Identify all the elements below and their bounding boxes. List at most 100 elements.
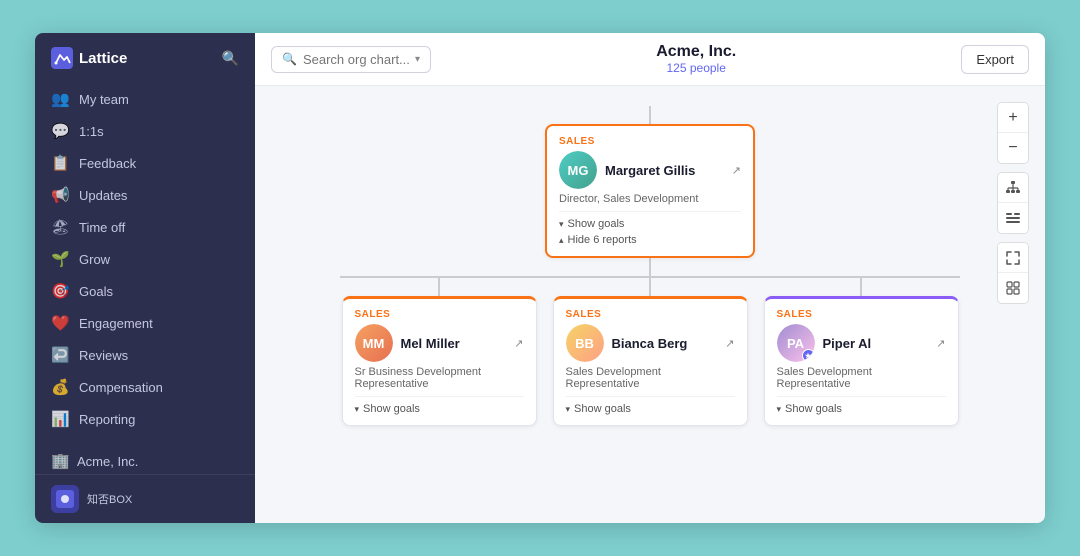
show-goals-label: Show goals	[568, 218, 625, 230]
bianca-connector	[649, 278, 651, 296]
sidebar-item-label: Reporting	[79, 412, 135, 427]
parent-card[interactable]: SALES MG Margaret Gillis ↗ Director, Sal…	[545, 124, 755, 258]
children-row: SALES MM Mel Miller ↗ Sr Business Develo…	[342, 278, 959, 426]
hide-reports-label: Hide 6 reports	[568, 234, 637, 246]
chevron-up-icon: ▴	[559, 235, 564, 246]
sidebar-item-updates[interactable]: 📢 Updates	[35, 179, 255, 211]
parent-hide-reports[interactable]: ▴ Hide 6 reports	[559, 234, 741, 246]
sidebar-item-time-off[interactable]: 🏖 Time off	[35, 211, 255, 243]
sidebar-item-reviews[interactable]: ↩️ Reviews	[35, 339, 255, 371]
piper-divider	[777, 396, 946, 397]
search-dropdown-icon[interactable]: ▾	[415, 54, 420, 65]
mel-show-goals[interactable]: ▾ Show goals	[355, 403, 524, 415]
sidebar-logo: Lattice	[51, 47, 127, 69]
mel-connector	[438, 278, 440, 296]
list-view-button[interactable]	[998, 203, 1028, 233]
chevron-down-icon: ▾	[559, 219, 564, 230]
search-box[interactable]: 🔍 ▾	[271, 46, 431, 73]
sidebar-item-label: Feedback	[79, 156, 136, 171]
piper-card[interactable]: SALES PA ★ Piper Al	[764, 296, 959, 426]
expand-button[interactable]	[998, 243, 1028, 273]
search-input[interactable]	[303, 52, 409, 67]
company-section[interactable]: 🏢 Acme, Inc.	[51, 447, 239, 474]
toolbar-center: Acme, Inc. 125 people	[656, 43, 736, 75]
mel-role: Sr Business Development Representative	[355, 366, 524, 390]
1on1s-icon: 💬	[51, 122, 69, 140]
piper-avatar-img: PA ★	[777, 324, 815, 362]
mel-link-icon[interactable]: ↗	[514, 337, 523, 350]
zoom-button-group: + −	[997, 102, 1029, 164]
sidebar-search-icon[interactable]: 🔍	[222, 50, 239, 67]
sidebar-item-feedback[interactable]: 📋 Feedback	[35, 147, 255, 179]
feedback-icon: 📋	[51, 154, 69, 172]
sidebar-item-1on1s[interactable]: 💬 1:1s	[35, 115, 255, 147]
piper-badge: ★	[802, 349, 815, 362]
child-col-bianca: SALES BB Bianca Berg ↗ Sales Development…	[553, 278, 748, 426]
footer-logo	[51, 485, 79, 513]
mel-goals-label: Show goals	[363, 403, 420, 415]
piper-role: Sales Development Representative	[777, 366, 946, 390]
sidebar-item-label: Engagement	[79, 316, 153, 331]
sidebar-item-label: Reviews	[79, 348, 128, 363]
company-name: Acme, Inc.	[656, 43, 736, 61]
piper-link-icon[interactable]: ↗	[936, 337, 945, 350]
parent-show-goals[interactable]: ▾ Show goals	[559, 218, 741, 230]
bianca-show-goals[interactable]: ▾ Show goals	[566, 403, 735, 415]
sidebar-item-goals[interactable]: 🎯 Goals	[35, 275, 255, 307]
footer-brand: 知否BOX	[87, 491, 132, 507]
bianca-avatar: BB	[566, 324, 604, 362]
tree-view-button[interactable]	[998, 173, 1028, 203]
bianca-role: Sales Development Representative	[566, 366, 735, 390]
bianca-name: Bianca Berg	[612, 336, 718, 351]
bianca-card[interactable]: SALES BB Bianca Berg ↗ Sales Development…	[553, 296, 748, 426]
zoom-controls: + −	[997, 102, 1029, 304]
bianca-link-icon[interactable]: ↗	[725, 337, 734, 350]
people-count: 125 people	[656, 61, 736, 75]
top-connector	[649, 106, 651, 124]
time-off-icon: 🏖	[51, 218, 69, 236]
h-connector	[340, 276, 960, 278]
zoom-in-button[interactable]: +	[998, 103, 1028, 133]
sidebar-item-engagement[interactable]: ❤️ Engagement	[35, 307, 255, 339]
my-team-icon: 👥	[51, 90, 69, 108]
compensation-icon: 💰	[51, 378, 69, 396]
sidebar-item-compensation[interactable]: 💰 Compensation	[35, 371, 255, 403]
sidebar-item-label: Goals	[79, 284, 113, 299]
sidebar-item-label: Compensation	[79, 380, 163, 395]
mel-card[interactable]: SALES MM Mel Miller ↗ Sr Business Develo…	[342, 296, 537, 426]
sidebar-item-label: Updates	[79, 188, 127, 203]
parent-role: Director, Sales Development	[559, 193, 741, 205]
sidebar-item-my-team[interactable]: 👥 My team	[35, 83, 255, 115]
parent-link-icon[interactable]: ↗	[732, 164, 741, 177]
piper-show-goals[interactable]: ▾ Show goals	[777, 403, 946, 415]
child-col-mel: SALES MM Mel Miller ↗ Sr Business Develo…	[342, 278, 537, 426]
sidebar-item-label: 1:1s	[79, 124, 104, 139]
sidebar-item-grow[interactable]: 🌱 Grow	[35, 243, 255, 275]
zoom-out-button[interactable]: −	[998, 133, 1028, 163]
sidebar-item-label: Grow	[79, 252, 110, 267]
margaret-avatar-img: MG	[559, 151, 597, 189]
updates-icon: 📢	[51, 186, 69, 204]
parent-divider	[559, 211, 741, 212]
reporting-icon: 📊	[51, 410, 69, 428]
org-chart-area: + −	[255, 86, 1045, 523]
company-icon: 🏢	[51, 452, 69, 470]
sidebar-item-reporting[interactable]: 📊 Reporting	[35, 403, 255, 435]
piper-dept: SALES	[777, 309, 946, 320]
piper-badge-icon: ★	[805, 352, 811, 360]
grid-view-button[interactable]	[998, 273, 1028, 303]
piper-card-top: PA ★ Piper Al ↗	[777, 324, 946, 362]
bianca-card-top: BB Bianca Berg ↗	[566, 324, 735, 362]
sidebar-footer: 知否BOX	[35, 474, 255, 523]
sidebar: Lattice 🔍 👥 My team 💬 1:1s 📋 Feedback 📢 …	[35, 33, 255, 523]
child-col-piper: SALES PA ★ Piper Al	[764, 278, 959, 426]
bianca-goals-label: Show goals	[574, 403, 631, 415]
piper-connector	[860, 278, 862, 296]
layout-button-group	[997, 242, 1029, 304]
mel-card-top: MM Mel Miller ↗	[355, 324, 524, 362]
sidebar-item-label: Time off	[79, 220, 125, 235]
mel-avatar-img: MM	[355, 324, 393, 362]
main-toolbar: 🔍 ▾ Acme, Inc. 125 people Export	[255, 33, 1045, 86]
export-button[interactable]: Export	[961, 45, 1029, 74]
bianca-dept: SALES	[566, 309, 735, 320]
